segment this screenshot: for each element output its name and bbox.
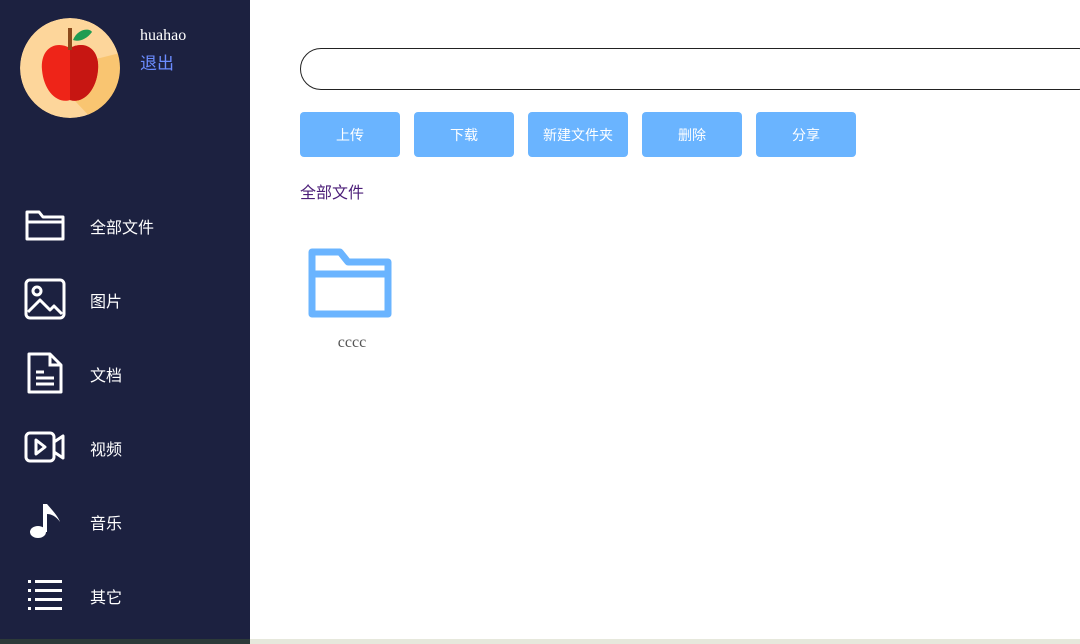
logout-link[interactable]: 退出 bbox=[140, 49, 174, 74]
folder-icon bbox=[306, 244, 396, 324]
sidebar-item-label: 全部文件 bbox=[90, 218, 155, 237]
image-icon bbox=[24, 278, 66, 320]
breadcrumb[interactable]: 全部文件 bbox=[300, 179, 364, 203]
sidebar-item-other[interactable]: 其它 bbox=[0, 564, 250, 624]
new-folder-button[interactable]: 新建文件夹 bbox=[528, 112, 628, 157]
download-button[interactable]: 下载 bbox=[414, 112, 514, 157]
sidebar-item-label: 音乐 bbox=[90, 514, 123, 533]
delete-button[interactable]: 删除 bbox=[642, 112, 742, 157]
apple-avatar-icon bbox=[20, 18, 120, 118]
user-name: huahao bbox=[140, 27, 187, 44]
sidebar-item-all-files[interactable]: 全部文件 bbox=[0, 194, 250, 254]
sidebar-bottom-divider bbox=[0, 639, 250, 644]
list-icon bbox=[24, 574, 66, 616]
sidebar-item-videos[interactable]: 视频 bbox=[0, 416, 250, 476]
sidebar-item-label: 文档 bbox=[90, 366, 123, 385]
sidebar-item-documents[interactable]: 文档 bbox=[0, 342, 250, 402]
sidebar-item-images[interactable]: 图片 bbox=[0, 268, 250, 328]
file-item[interactable]: cccc bbox=[302, 240, 402, 360]
document-icon bbox=[24, 352, 66, 394]
folder-icon bbox=[24, 204, 66, 246]
music-icon bbox=[24, 500, 66, 542]
sidebar-item-label: 视频 bbox=[90, 440, 123, 459]
sidebar: huahao 退出 全部文件 图片 文档 视频 音乐 其它 bbox=[0, 0, 250, 644]
search-input[interactable] bbox=[300, 48, 1080, 90]
upload-button[interactable]: 上传 bbox=[300, 112, 400, 157]
user-avatar[interactable] bbox=[20, 18, 120, 118]
sidebar-item-music[interactable]: 音乐 bbox=[0, 490, 250, 550]
file-name: cccc bbox=[337, 334, 367, 351]
video-icon bbox=[24, 426, 66, 468]
share-button[interactable]: 分享 bbox=[756, 112, 856, 157]
sidebar-item-label: 其它 bbox=[90, 588, 123, 607]
sidebar-item-label: 图片 bbox=[90, 292, 123, 311]
